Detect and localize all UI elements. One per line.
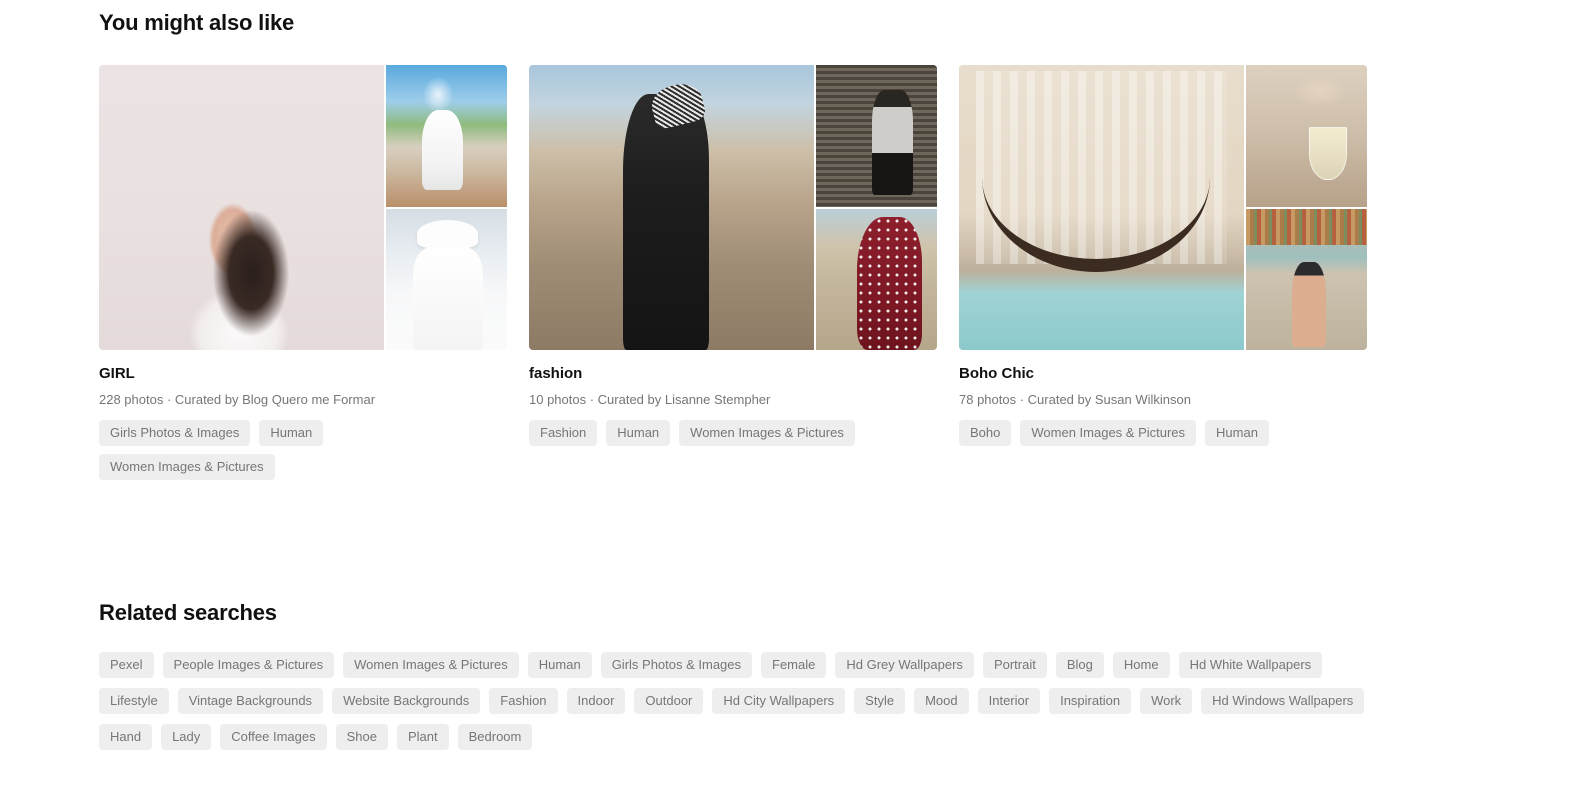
related-searches-title: Related searches — [99, 599, 277, 625]
collection-thumb-image[interactable] — [1246, 65, 1367, 207]
collection-tag[interactable]: Human — [606, 419, 671, 446]
related-search-tag[interactable]: Pexel — [99, 651, 154, 678]
related-search-tag[interactable]: Style — [854, 687, 906, 714]
collection-side-images — [1246, 65, 1367, 350]
related-search-tag[interactable]: Portrait — [982, 651, 1047, 678]
collection-image-mosaic[interactable] — [99, 65, 507, 350]
collection-image-mosaic[interactable] — [959, 65, 1367, 350]
collection-image-mosaic[interactable] — [529, 65, 937, 350]
related-search-tag[interactable]: Mood — [914, 687, 969, 714]
related-search-tag[interactable]: Shoe — [335, 723, 388, 750]
collection-thumb-image[interactable] — [386, 65, 507, 207]
collection-card-girl[interactable]: GIRL 228 photos · Curated by Blog Quero … — [99, 65, 507, 480]
related-search-tag[interactable]: Bedroom — [457, 723, 533, 750]
collection-thumb-image[interactable] — [816, 208, 937, 350]
related-search-tag[interactable]: Plant — [396, 723, 449, 750]
fashion-red-dress-image — [816, 208, 937, 350]
collection-tag[interactable]: Human — [1205, 419, 1269, 446]
collection-main-image[interactable] — [99, 65, 384, 350]
related-search-tag[interactable]: Inspiration — [1049, 687, 1132, 714]
collection-tags: Girls Photos & Images Human Women Images… — [99, 419, 507, 480]
collection-title[interactable]: fashion — [529, 365, 937, 383]
related-search-tag[interactable]: Fashion — [489, 687, 558, 714]
related-search-tag[interactable]: Website Backgrounds — [332, 687, 481, 714]
collection-side-images — [386, 65, 507, 350]
related-search-tag[interactable]: People Images & Pictures — [162, 651, 335, 678]
related-search-tag[interactable]: Hd Windows Wallpapers — [1201, 687, 1365, 714]
related-search-tag[interactable]: Outdoor — [634, 687, 704, 714]
related-search-tag[interactable]: Hand — [99, 723, 153, 750]
related-searches-list: Pexel People Images & Pictures Women Ima… — [99, 651, 1369, 750]
collection-tag[interactable]: Women Images & Pictures — [99, 453, 275, 480]
girl-terrace-image — [386, 65, 507, 207]
related-search-tag[interactable]: Interior — [977, 687, 1041, 714]
collection-tags: Boho Women Images & Pictures Human — [959, 419, 1367, 446]
collection-meta: 10 photos · Curated by Lisanne Stempher — [529, 392, 771, 407]
collection-meta: 78 photos · Curated by Susan Wilkinson — [959, 392, 1191, 407]
related-search-tag[interactable]: Girls Photos & Images — [600, 651, 753, 678]
related-search-tag[interactable]: Lady — [161, 723, 212, 750]
related-searches-section: Related searches Pexel People Images & P… — [99, 600, 1482, 750]
page-title: You might also like — [99, 10, 295, 35]
collection-tags: Fashion Human Women Images & Pictures — [529, 419, 937, 446]
girl-portrait-image — [99, 65, 384, 350]
collection-thumb-image[interactable] — [816, 65, 937, 207]
page-content: You might also like GIRL 228 photos · Cu… — [0, 0, 1581, 750]
collection-tag[interactable]: Women Images & Pictures — [679, 419, 855, 446]
collection-tag[interactable]: Human — [259, 419, 324, 446]
boho-wine-image — [1246, 65, 1367, 207]
suggestions-section: You might also like GIRL 228 photos · Cu… — [99, 0, 1482, 480]
related-search-tag[interactable]: Work — [1140, 687, 1193, 714]
collection-title[interactable]: GIRL — [99, 365, 507, 383]
related-search-tag[interactable]: Human — [527, 651, 592, 678]
related-search-tag[interactable]: Hd Grey Wallpapers — [835, 651, 974, 678]
related-search-tag[interactable]: Female — [761, 651, 827, 678]
collection-side-images — [816, 65, 937, 350]
related-search-tag[interactable]: Blog — [1055, 651, 1104, 678]
collection-main-image[interactable] — [529, 65, 814, 350]
girl-white-hat-image — [386, 208, 507, 350]
collection-title[interactable]: Boho Chic — [959, 365, 1367, 383]
related-search-tag[interactable]: Indoor — [566, 687, 626, 714]
collection-tag[interactable]: Boho — [959, 419, 1012, 446]
related-search-tag[interactable]: Hd White Wallpapers — [1178, 651, 1323, 678]
fashion-sweater-image — [816, 65, 937, 207]
collection-card-fashion[interactable]: fashion 10 photos · Curated by Lisanne S… — [529, 65, 937, 480]
collection-tag[interactable]: Girls Photos & Images — [99, 419, 251, 446]
collection-tag[interactable]: Women Images & Pictures — [1020, 419, 1197, 446]
collection-card-boho-chic[interactable]: Boho Chic 78 photos · Curated by Susan W… — [959, 65, 1367, 480]
boho-beach-dress-image — [1246, 208, 1367, 350]
related-search-tag[interactable]: Hd City Wallpapers — [712, 687, 846, 714]
related-search-tag[interactable]: Vintage Backgrounds — [177, 687, 324, 714]
related-search-tag[interactable]: Lifestyle — [99, 687, 169, 714]
fashion-street-image — [529, 65, 814, 350]
collection-thumb-image[interactable] — [386, 208, 507, 350]
related-search-tag[interactable]: Coffee Images — [220, 723, 327, 750]
collection-tag[interactable]: Fashion — [529, 419, 598, 446]
collection-meta: 228 photos · Curated by Blog Quero me Fo… — [99, 392, 376, 407]
related-search-tag[interactable]: Women Images & Pictures — [343, 651, 519, 678]
collection-main-image[interactable] — [959, 65, 1244, 350]
boho-hammock-image — [959, 65, 1244, 350]
collections-grid: GIRL 228 photos · Curated by Blog Quero … — [99, 65, 1482, 480]
related-search-tag[interactable]: Home — [1112, 651, 1170, 678]
collection-thumb-image[interactable] — [1246, 208, 1367, 350]
